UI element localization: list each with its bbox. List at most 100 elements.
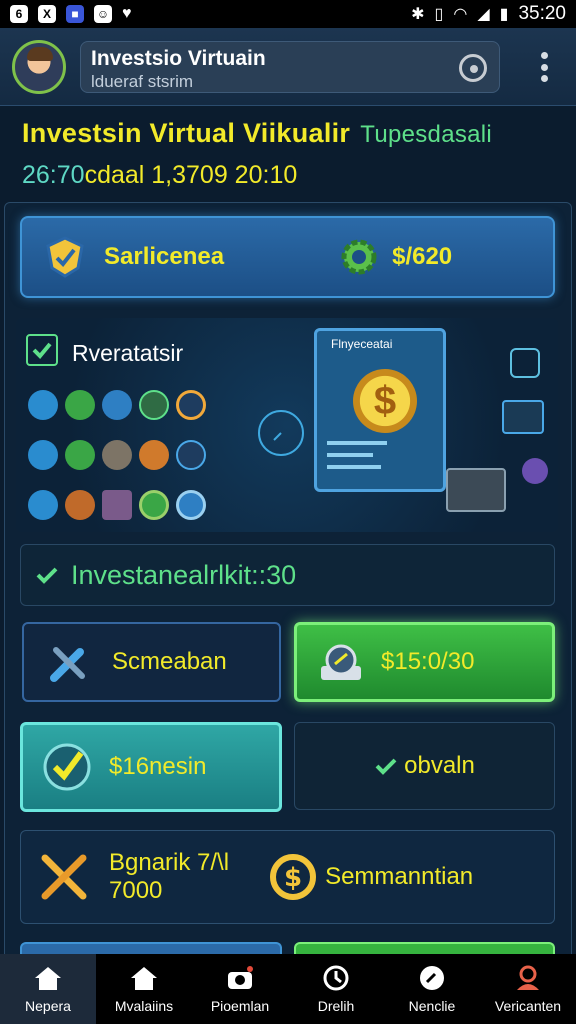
chart-icon	[176, 440, 206, 470]
battery-icon: ▮	[499, 6, 509, 23]
check-icon	[28, 390, 58, 420]
coin-icon	[139, 490, 169, 520]
header-subtitle: ldueraf stsrim	[91, 72, 194, 91]
page-title-block: Investsin Virtual Viikualir Tupesdasali 2…	[22, 118, 562, 190]
investment-illustration: Rveratatsir Flnyeceatai $	[16, 318, 558, 532]
goal-amount: 7000	[109, 877, 163, 904]
home-icon	[35, 967, 61, 990]
calculator-icon	[102, 490, 132, 520]
dollar-icon: $	[353, 369, 417, 433]
bottom-navigation: Nepera Mvalaiins Pioemlan Drelih Nenclie…	[0, 954, 576, 1024]
svg-text:$: $	[284, 863, 302, 893]
hand-icon	[65, 490, 95, 520]
cross-tools-icon	[41, 854, 87, 900]
gear-icon	[334, 232, 384, 282]
camera-icon	[228, 966, 253, 989]
page-title-text: Investsin Virtual Viikualir	[22, 118, 351, 148]
savings-tile[interactable]: $16nesin	[20, 722, 282, 812]
banner-text: Investanealrlkit::30	[71, 559, 297, 590]
tile-label: Semmanntian	[325, 863, 474, 890]
page-title-side: Tupesdasali	[360, 121, 493, 148]
refresh-icon[interactable]	[459, 54, 487, 82]
app-header: Investsio Virtuain ldueraf stsrim	[0, 28, 576, 106]
nav-item-plan[interactable]: Pioemlan	[192, 954, 288, 1024]
nav-label: Nenclie	[408, 998, 456, 1014]
notification-icon: ☺	[94, 5, 112, 23]
summary-card[interactable]: Sarlicenea $/620	[20, 216, 555, 298]
summary-card-label: Sarlicenea	[104, 243, 225, 270]
dollar-icon: $	[270, 854, 317, 900]
notification-icon: ■	[66, 5, 84, 23]
tile-value: $15:0/30	[381, 648, 475, 675]
subtitle-value: cdaal 1,3709 20:10	[84, 161, 298, 189]
tile-value: $16nesin	[109, 753, 207, 780]
leaf-icon	[65, 440, 95, 470]
clock-time: 35:20	[518, 3, 566, 24]
page-subtitle: 26:70cdaal 1,3709 20:10	[22, 161, 562, 190]
page-title: Investsin Virtual Viikualir Tupesdasali	[22, 118, 562, 149]
tools-icon	[50, 647, 85, 682]
notification-icon: 6	[10, 5, 28, 23]
signal-icon: ◢	[477, 6, 490, 23]
gauge-icon	[420, 966, 444, 990]
subtitle-time: 26:70	[22, 161, 85, 189]
nav-label: Vericanten	[494, 998, 562, 1014]
badge-icon	[522, 458, 548, 484]
goal-tile[interactable]: Bgnarik 7/\l 7000 $ Semmanntian	[20, 830, 555, 924]
check-icon	[28, 440, 58, 470]
vibrate-icon: ▯	[434, 6, 444, 23]
info-banner[interactable]: Investanealrlkit::30	[20, 544, 555, 606]
summary-card-value: $/620	[392, 243, 453, 270]
user-icon	[517, 965, 539, 990]
avatar[interactable]	[12, 40, 66, 94]
wifi-icon: ◠	[453, 6, 468, 23]
goal-text: Bgnarik 7/\l 7000	[109, 849, 229, 905]
nav-item-home[interactable]: Nepera	[0, 954, 96, 1024]
circuit-icon	[258, 410, 304, 456]
status-tile[interactable]: obvaln	[294, 722, 555, 810]
people-icon	[102, 440, 132, 470]
flask-icon	[139, 440, 169, 470]
home-icon	[131, 967, 157, 990]
tv-icon	[502, 400, 544, 434]
tile-label: obvaln	[404, 752, 475, 779]
goal-title: Bgnarik 7/\l	[109, 849, 230, 876]
screen-title: Flnyeceatai	[331, 337, 393, 351]
heart-icon: ♥	[122, 5, 132, 22]
balance-tile[interactable]: $15:0/30	[294, 622, 555, 702]
check-icon	[36, 567, 58, 584]
header-title: Investsio Virtuain	[91, 47, 266, 70]
tools-icon	[139, 390, 169, 420]
check-icon	[26, 334, 58, 366]
nav-label: Pioemlan	[210, 998, 270, 1014]
icon-grid	[28, 390, 213, 520]
status-bar-left: 6 X ■ ☺ ♥	[10, 5, 132, 23]
nav-label: Drelih	[317, 998, 355, 1014]
target-check-icon	[43, 743, 91, 791]
dashboard-screen: Flnyeceatai $	[314, 328, 446, 492]
tool-tile[interactable]: Scmeaban	[22, 622, 281, 702]
shield-icon	[40, 232, 90, 282]
gauge-icon	[321, 644, 361, 680]
illustration-title: Rveratatsir	[72, 340, 184, 366]
status-bar-right: ✱ ▯ ◠ ◢ ▮ 35:20	[411, 3, 566, 25]
notification-icon: X	[38, 5, 56, 23]
tile-label: Scmeaban	[112, 648, 227, 675]
nav-label: Nepera	[25, 998, 71, 1014]
leaf-icon	[65, 390, 95, 420]
check-icon	[28, 490, 58, 520]
nav-item-stats[interactable]: Nenclie	[384, 954, 480, 1024]
nav-item-profile[interactable]: Vericanten	[480, 954, 576, 1024]
more-options-icon[interactable]	[540, 52, 548, 82]
bluetooth-icon: ✱	[411, 6, 425, 23]
box-icon	[446, 468, 506, 512]
nav-label: Mvalaiins	[114, 998, 174, 1014]
globe-icon	[102, 390, 132, 420]
nav-item-markets[interactable]: Mvalaiins	[96, 954, 192, 1024]
money-icon	[176, 490, 206, 520]
status-bar: 6 X ■ ☺ ♥ ✱ ▯ ◠ ◢ ▮ 35:20	[0, 0, 576, 28]
search-input[interactable]: Investsio Virtuain ldueraf stsrim	[80, 41, 500, 93]
check-icon	[375, 758, 397, 775]
nav-item-history[interactable]: Drelih	[288, 954, 384, 1024]
clock-icon	[323, 965, 349, 991]
